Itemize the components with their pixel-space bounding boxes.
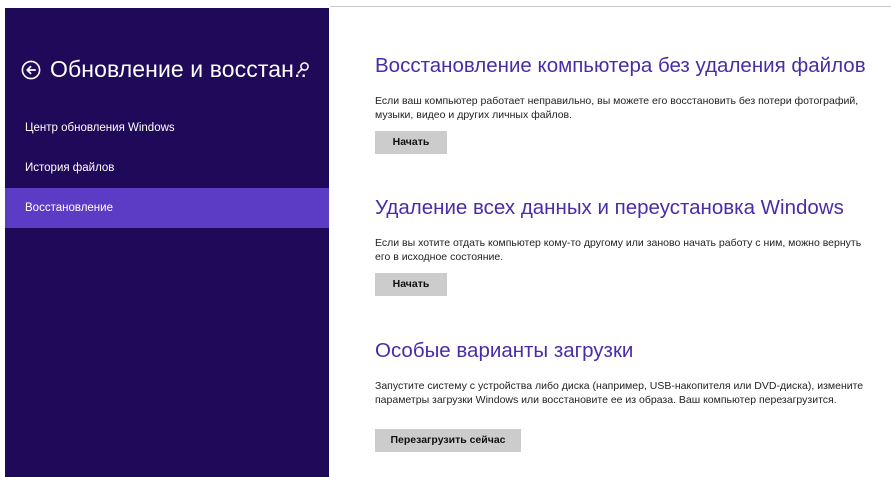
sidebar-header: Обновление и восстан..	[5, 54, 329, 94]
sidebar: Обновление и восстан.. Центр обновления …	[5, 8, 329, 477]
section-title-reset: Удаление всех данных и переустановка Win…	[375, 196, 844, 219]
sidebar-item-recovery[interactable]: Восстановление	[5, 188, 329, 228]
sidebar-title: Обновление и восстан..	[50, 56, 307, 82]
section-title-refresh: Восстановление компьютера без удаления ф…	[375, 54, 866, 77]
sidebar-item-label: История файлов	[25, 162, 115, 174]
search-icon[interactable]	[295, 60, 311, 76]
settings-window: Обновление и восстан.. Центр обновления …	[0, 0, 891, 477]
sidebar-item-file-history[interactable]: История файлов	[5, 148, 329, 188]
top-spacer	[0, 0, 330, 8]
top-divider	[330, 6, 891, 7]
section-description-refresh: Если ваш компьютер работает неправильно,…	[375, 95, 859, 121]
section-description-advanced-startup: Запустите систему с устройства либо диск…	[375, 380, 864, 406]
sidebar-item-label: Центр обновления Windows	[25, 122, 175, 134]
sidebar-nav: Центр обновления Windows История файлов …	[5, 108, 329, 228]
refresh-start-button[interactable]: Начать	[375, 131, 447, 154]
sidebar-item-label: Восстановление	[25, 202, 113, 214]
back-arrow-circle-icon[interactable]	[21, 60, 41, 80]
section-description-reset: Если вы хотите отдать компьютер кому-то …	[375, 237, 862, 263]
section-title-advanced-startup: Особые варианты загрузки	[375, 339, 634, 362]
sidebar-item-windows-update[interactable]: Центр обновления Windows	[5, 108, 329, 148]
restart-now-button[interactable]: Перезагрузить сейчас	[375, 429, 521, 452]
reset-start-button[interactable]: Начать	[375, 273, 447, 296]
